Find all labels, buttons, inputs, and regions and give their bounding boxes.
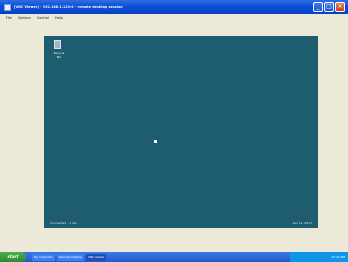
taskbar: start My Computer Remote Desktop VNC Vie… — [0, 252, 348, 262]
task-button-remote-desktop[interactable]: Remote Desktop — [56, 253, 85, 261]
window-controls: _ □ × — [313, 2, 345, 12]
task-button-my-computer[interactable]: My Computer — [32, 253, 55, 261]
recycle-bin-icon — [54, 40, 61, 49]
title-bar[interactable]: [VNC Viewer] - 192.168.1.123:0 - remote … — [0, 0, 348, 14]
desktop-icon-label: Recycle Bin — [53, 51, 65, 59]
menu-help[interactable]: Help — [55, 14, 63, 22]
menu-options[interactable]: Options — [18, 14, 31, 22]
remote-desktop-screen[interactable]: Recycle Bin Connected - 1 ms Apr 11, 201… — [44, 36, 318, 228]
tray-clock[interactable]: 10:42 PM — [331, 255, 345, 259]
viewer-area: Recycle Bin Connected - 1 ms Apr 11, 201… — [6, 24, 340, 250]
system-tray: 10:42 PM — [290, 252, 348, 262]
start-button[interactable]: start — [0, 252, 26, 262]
menu-control[interactable]: Control — [37, 14, 49, 22]
window-title: [VNC Viewer] - 192.168.1.123:0 - remote … — [14, 5, 123, 9]
task-buttons: My Computer Remote Desktop VNC Viewer — [32, 253, 107, 261]
desktop-icon-recycle-bin[interactable]: Recycle Bin — [51, 40, 65, 59]
maximize-button[interactable]: □ — [324, 2, 334, 12]
task-button-vnc-viewer[interactable]: VNC Viewer — [86, 253, 107, 261]
menu-file[interactable]: File — [6, 14, 12, 22]
status-left-text: Connected - 1 ms — [50, 220, 77, 225]
status-right-text: Apr 11, 2017 — [292, 220, 312, 225]
menu-bar: File Options Control Help — [0, 14, 348, 22]
minimize-button[interactable]: _ — [313, 2, 323, 12]
app-icon — [4, 3, 11, 11]
remote-status-bar: Connected - 1 ms Apr 11, 2017 — [44, 217, 318, 228]
app-window: [VNC Viewer] - 192.168.1.123:0 - remote … — [0, 0, 348, 262]
close-button[interactable]: × — [335, 2, 345, 12]
mouse-cursor — [154, 140, 157, 143]
